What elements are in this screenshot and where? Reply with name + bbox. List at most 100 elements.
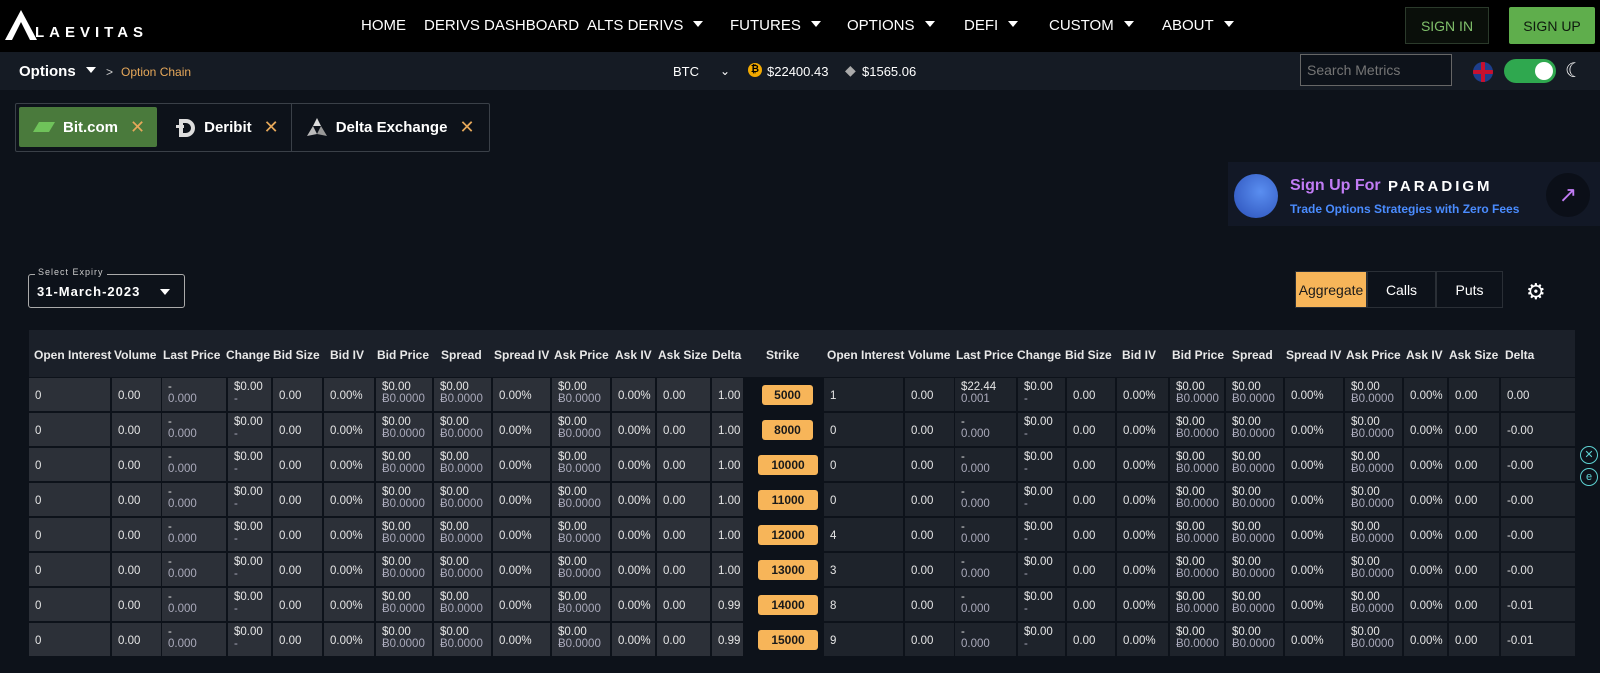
nav-item-about[interactable]: ABOUT [1162, 17, 1234, 34]
close-icon[interactable]: ✕ [1580, 446, 1598, 464]
strike-button[interactable]: 8000 [762, 420, 813, 440]
column-header[interactable]: Ask IV [1406, 348, 1443, 362]
strike-button[interactable]: 10000 [758, 455, 818, 475]
strike-button[interactable]: 14000 [758, 595, 818, 615]
calls-cell-aiv: 0.00% [612, 553, 655, 586]
paradigm-promo-banner[interactable]: Sign Up For PARADIGM Trade Options Strat… [1228, 162, 1600, 226]
column-header[interactable]: Volume [114, 348, 156, 362]
exchange-label: Bit.com [63, 118, 119, 136]
calls-cell-biv: 0.00% [324, 378, 374, 411]
calls-cell-bidsize: 0.00 [273, 413, 322, 446]
column-header[interactable]: Bid Price [1172, 348, 1224, 362]
cell-value: $0.00 [382, 416, 411, 428]
puts-cell-aiv: 0.00% [1404, 378, 1447, 411]
calls-cell-delta: 0.99 [712, 623, 743, 656]
exchange-chip-bitcom[interactable]: Bit.com ✕ [19, 107, 158, 147]
calls-cell-spread: $0.00 Ƀ0.0000 [434, 553, 491, 586]
strike-button[interactable]: 15000 [758, 630, 818, 650]
nav-item-defi[interactable]: DEFI [964, 17, 1019, 34]
close-icon[interactable]: ✕ [130, 117, 145, 138]
column-header[interactable]: Ask Size [658, 348, 707, 362]
cell-value: 0.00 [279, 390, 302, 402]
asset-selector[interactable]: BTC [673, 64, 699, 79]
expiry-select[interactable]: Select Expiry 31-March-2023 [28, 267, 185, 308]
chevron-down-icon[interactable]: ⌄ [720, 64, 730, 78]
e-icon[interactable]: e [1580, 468, 1598, 486]
cell-value: 0.00% [1123, 460, 1156, 472]
strike-cell: 10000 [744, 448, 822, 481]
strike-button[interactable]: 11000 [758, 490, 818, 510]
column-header[interactable]: Bid IV [330, 348, 364, 362]
cell-value: 0.00% [330, 565, 363, 577]
column-header[interactable]: Ask IV [615, 348, 652, 362]
column-header[interactable]: Last Price [163, 348, 220, 362]
column-header[interactable]: Spread IV [1286, 348, 1341, 362]
cell-subvalue: Ƀ0.0000 [1232, 603, 1275, 615]
cell-value: 0.00 [279, 495, 302, 507]
calls-cell-siv: 0.00% [493, 518, 550, 551]
calls-cell-spread: $0.00 Ƀ0.0000 [434, 413, 491, 446]
column-header[interactable]: Last Price [956, 348, 1013, 362]
section-dropdown[interactable]: Options [19, 63, 96, 80]
nav-item-custom[interactable]: CUSTOM [1049, 17, 1134, 34]
laevitas-logo[interactable]: LAEVITAS [4, 8, 148, 42]
column-header[interactable]: Spread [1232, 348, 1273, 362]
sign-in-button[interactable]: SIGN IN [1405, 7, 1489, 44]
column-header[interactable]: Ask Price [1346, 348, 1401, 362]
column-header[interactable]: Ask Size [1449, 348, 1498, 362]
cell-subvalue: - [234, 638, 238, 650]
column-header[interactable]: Bid Size [273, 348, 320, 362]
column-header[interactable]: Bid IV [1122, 348, 1156, 362]
column-header[interactable]: Ask Price [554, 348, 609, 362]
column-header[interactable]: Change [1017, 348, 1061, 362]
nav-item-home[interactable]: HOME [361, 17, 406, 34]
breadcrumb-current[interactable]: Option Chain [121, 65, 191, 79]
arrow-up-right-icon[interactable]: ↗ [1546, 173, 1590, 217]
tab-aggregate[interactable]: Aggregate [1295, 271, 1367, 308]
close-icon[interactable]: ✕ [459, 117, 474, 138]
column-header[interactable]: Delta [712, 348, 741, 362]
breadcrumb-separator: > [106, 65, 114, 79]
puts-cell-spread: $0.00 Ƀ0.0000 [1226, 623, 1283, 656]
calls-cell-oi: 0 [29, 378, 110, 411]
puts-cell-bidsize: 0.00 [1067, 588, 1115, 621]
strike-button[interactable]: 5000 [762, 385, 813, 405]
column-header[interactable]: Bid Price [377, 348, 429, 362]
nav-item-alts-derivs[interactable]: ALTS DERIVS [587, 17, 704, 34]
calls-cell-oi: 0 [29, 518, 110, 551]
tab-puts[interactable]: Puts [1436, 271, 1503, 308]
column-header[interactable]: Bid Size [1065, 348, 1112, 362]
column-header-strike[interactable]: Strike [766, 348, 799, 362]
column-header[interactable]: Spread [441, 348, 482, 362]
calls-cell-ask: $0.00 Ƀ0.0000 [552, 518, 610, 551]
column-header[interactable]: Volume [908, 348, 950, 362]
cell-value: $0.00 [382, 556, 411, 568]
cell-value: 8 [830, 600, 837, 612]
puts-cell-oi: 0 [824, 448, 903, 481]
side-widget[interactable]: ✕ e [1580, 446, 1600, 492]
close-icon[interactable]: ✕ [264, 117, 279, 138]
search-metrics-input[interactable] [1300, 54, 1452, 86]
sign-up-button[interactable]: SIGN UP [1509, 7, 1595, 44]
calls-cell-bid: $0.00 Ƀ0.0000 [376, 413, 432, 446]
calls-cell-vol: 0.00 [112, 623, 161, 656]
column-header[interactable]: Open Interest [34, 348, 111, 362]
nav-item-options[interactable]: OPTIONS [847, 17, 935, 34]
gear-icon[interactable]: ⚙ [1526, 279, 1546, 305]
exchange-chip-deribit[interactable]: Deribit ✕ [160, 104, 292, 151]
uk-flag-icon[interactable] [1473, 62, 1493, 82]
cell-subvalue: - [1024, 638, 1028, 650]
cell-value: $0.00 [1024, 626, 1053, 638]
column-header[interactable]: Spread IV [494, 348, 549, 362]
strike-button[interactable]: 13000 [758, 560, 818, 580]
tab-calls[interactable]: Calls [1367, 271, 1436, 308]
column-header[interactable]: Open Interest [827, 348, 904, 362]
theme-toggle[interactable] [1504, 59, 1556, 83]
column-header[interactable]: Delta [1505, 348, 1534, 362]
exchange-chip-delta[interactable]: Delta Exchange ✕ [292, 104, 487, 151]
nav-item-futures[interactable]: FUTURES [730, 17, 821, 34]
calls-cell-bid: $0.00 Ƀ0.0000 [376, 378, 432, 411]
nav-item-derivs-dashboard[interactable]: DERIVS DASHBOARD [424, 17, 579, 34]
strike-button[interactable]: 12000 [758, 525, 818, 545]
column-header[interactable]: Change [226, 348, 270, 362]
